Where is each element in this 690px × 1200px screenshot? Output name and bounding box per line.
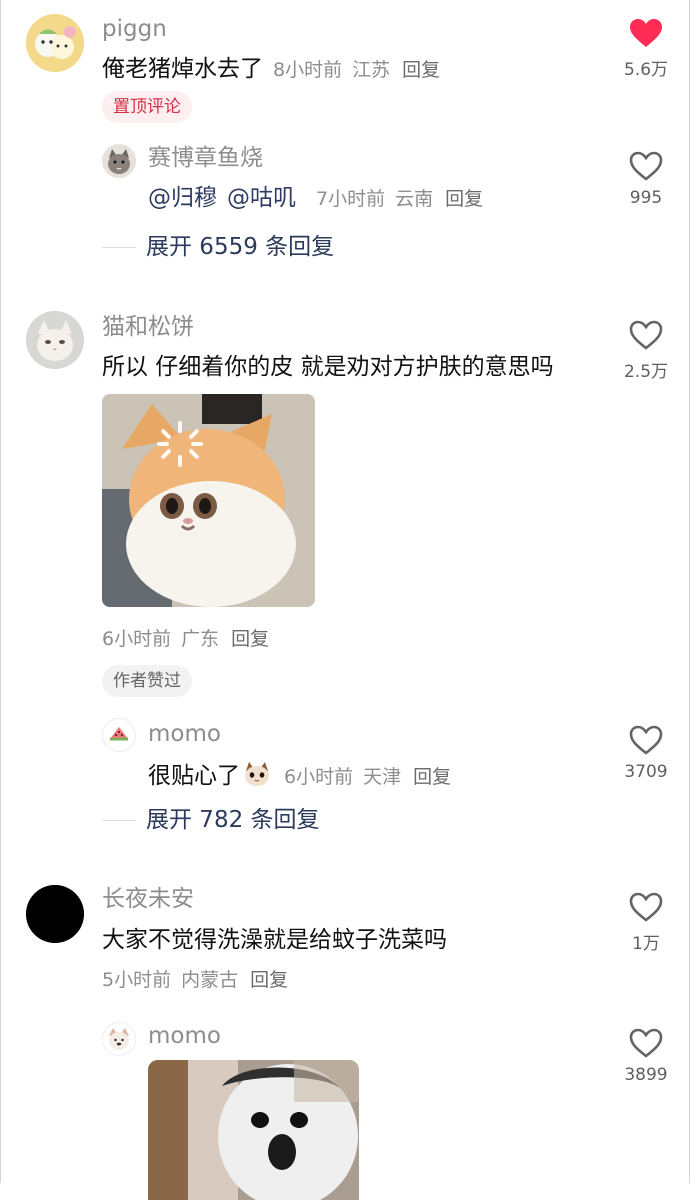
reply-3-username[interactable]: momo xyxy=(148,1025,221,1048)
reply-1-reply-button[interactable]: 回复 xyxy=(445,188,483,210)
comment-3-avatar[interactable] xyxy=(26,885,84,943)
reply-2-username[interactable]: momo xyxy=(148,723,221,746)
comment-3-text: 大家不觉得洗澡就是给蚊子洗菜吗 xyxy=(102,927,447,953)
comment-2-text: 所以 仔细着你的皮 就是劝对方护肤的意思吗 xyxy=(102,354,554,380)
heart-outline-icon xyxy=(629,151,663,181)
surprised-dog-photo-icon xyxy=(148,1060,359,1200)
comment-2-avatar[interactable] xyxy=(26,311,84,369)
comment-3-like-button[interactable]: 1万 xyxy=(614,892,678,954)
comment-1-username[interactable]: piggn xyxy=(102,18,167,41)
reply-2-location: 天津 xyxy=(363,766,402,788)
left-border xyxy=(0,0,1,1183)
cat-face-sticker-icon xyxy=(242,760,272,793)
comment-3-like-count: 1万 xyxy=(632,934,660,954)
reply-2-avatar[interactable] xyxy=(102,718,136,752)
watermelon-avatar-icon xyxy=(103,719,135,751)
reply-3-image[interactable] xyxy=(148,1060,359,1200)
reply-3-like-button[interactable]: 3899 xyxy=(614,1028,678,1085)
comment-1-like-count: 5.6万 xyxy=(623,60,669,80)
white-cat-avatar-icon xyxy=(26,311,84,369)
reply-2-like-count: 3709 xyxy=(624,762,668,782)
comment-2-like-button[interactable]: 2.5万 xyxy=(614,320,678,382)
expand-replies-2-button[interactable]: 展开 782 条回复 xyxy=(146,809,320,832)
reply-3-like-count: 3899 xyxy=(624,1065,668,1085)
comment-1-content: 俺老猪焯水去了 8小时前 江苏 回复 xyxy=(102,58,440,81)
orange-kitten-loading-photo-icon xyxy=(102,394,315,607)
comment-1-location: 江苏 xyxy=(352,59,391,81)
comment-3-time: 5小时前 xyxy=(102,969,172,991)
comment-3-location: 内蒙古 xyxy=(181,969,239,991)
reply-3-avatar[interactable] xyxy=(102,1022,136,1056)
heart-filled-icon xyxy=(630,19,662,47)
comment-2-time: 6小时前 xyxy=(102,628,172,650)
reply-1-mention-2[interactable]: @咕叽 xyxy=(227,185,296,211)
comment-1-avatar[interactable] xyxy=(26,14,84,72)
heart-outline-icon xyxy=(629,1028,663,1058)
reply-2-content: 很贴心了 6小时前 天津 回复 xyxy=(148,760,451,793)
heart-outline-icon xyxy=(629,725,663,755)
cartoon-sumikko-avatar-icon xyxy=(26,14,84,72)
reply-1-mention-1[interactable]: @归穆 xyxy=(148,185,217,211)
comment-1-like-button[interactable]: 5.6万 xyxy=(614,18,678,80)
reply-1-time: 7小时前 xyxy=(316,188,386,210)
reply-1-location: 云南 xyxy=(395,188,434,210)
comment-3-meta-row: 5小时前 内蒙古 回复 xyxy=(102,968,288,991)
comment-2-meta-row: 6小时前 广东 回复 xyxy=(102,627,269,650)
expand-replies-1-button[interactable]: 展开 6559 条回复 xyxy=(146,236,334,259)
comment-2-username[interactable]: 猫和松饼 xyxy=(102,316,194,339)
comment-1-text: 俺老猪焯水去了 xyxy=(102,56,263,82)
expand-divider-1 xyxy=(102,247,136,248)
comment-2-location: 广东 xyxy=(181,628,220,650)
comment-3-username[interactable]: 长夜未安 xyxy=(102,888,194,911)
expand-divider-2 xyxy=(102,820,136,821)
reply-2-text: 很贴心了 xyxy=(148,763,240,789)
author-liked-badge: 作者赞过 xyxy=(102,665,192,697)
reply-2-time: 6小时前 xyxy=(284,766,354,788)
reply-1-content: @归穆 @咕叽 7小时前 云南 回复 xyxy=(148,187,483,210)
reply-1-like-count: 995 xyxy=(629,188,663,208)
black-circle-avatar-icon xyxy=(26,885,84,943)
comment-1-time: 8小时前 xyxy=(273,59,343,81)
reply-1-like-button[interactable]: 995 xyxy=(614,151,678,208)
comment-3-reply-button[interactable]: 回复 xyxy=(250,969,288,991)
dog-avatar-icon xyxy=(103,1023,135,1055)
comment-2-image[interactable] xyxy=(102,394,315,607)
comment-2-like-count: 2.5万 xyxy=(623,362,669,382)
reply-1-avatar[interactable] xyxy=(102,144,136,178)
reply-1-username[interactable]: 赛博章鱼烧 xyxy=(148,147,263,170)
comment-1-reply-button[interactable]: 回复 xyxy=(402,59,440,81)
pinned-comment-badge: 置顶评论 xyxy=(102,91,192,123)
heart-outline-icon xyxy=(629,892,663,922)
heart-outline-icon xyxy=(629,320,663,350)
cat-avatar-icon xyxy=(102,144,136,178)
comment-2-reply-button[interactable]: 回复 xyxy=(231,628,269,650)
reply-2-reply-button[interactable]: 回复 xyxy=(413,766,451,788)
reply-2-like-button[interactable]: 3709 xyxy=(614,725,678,782)
